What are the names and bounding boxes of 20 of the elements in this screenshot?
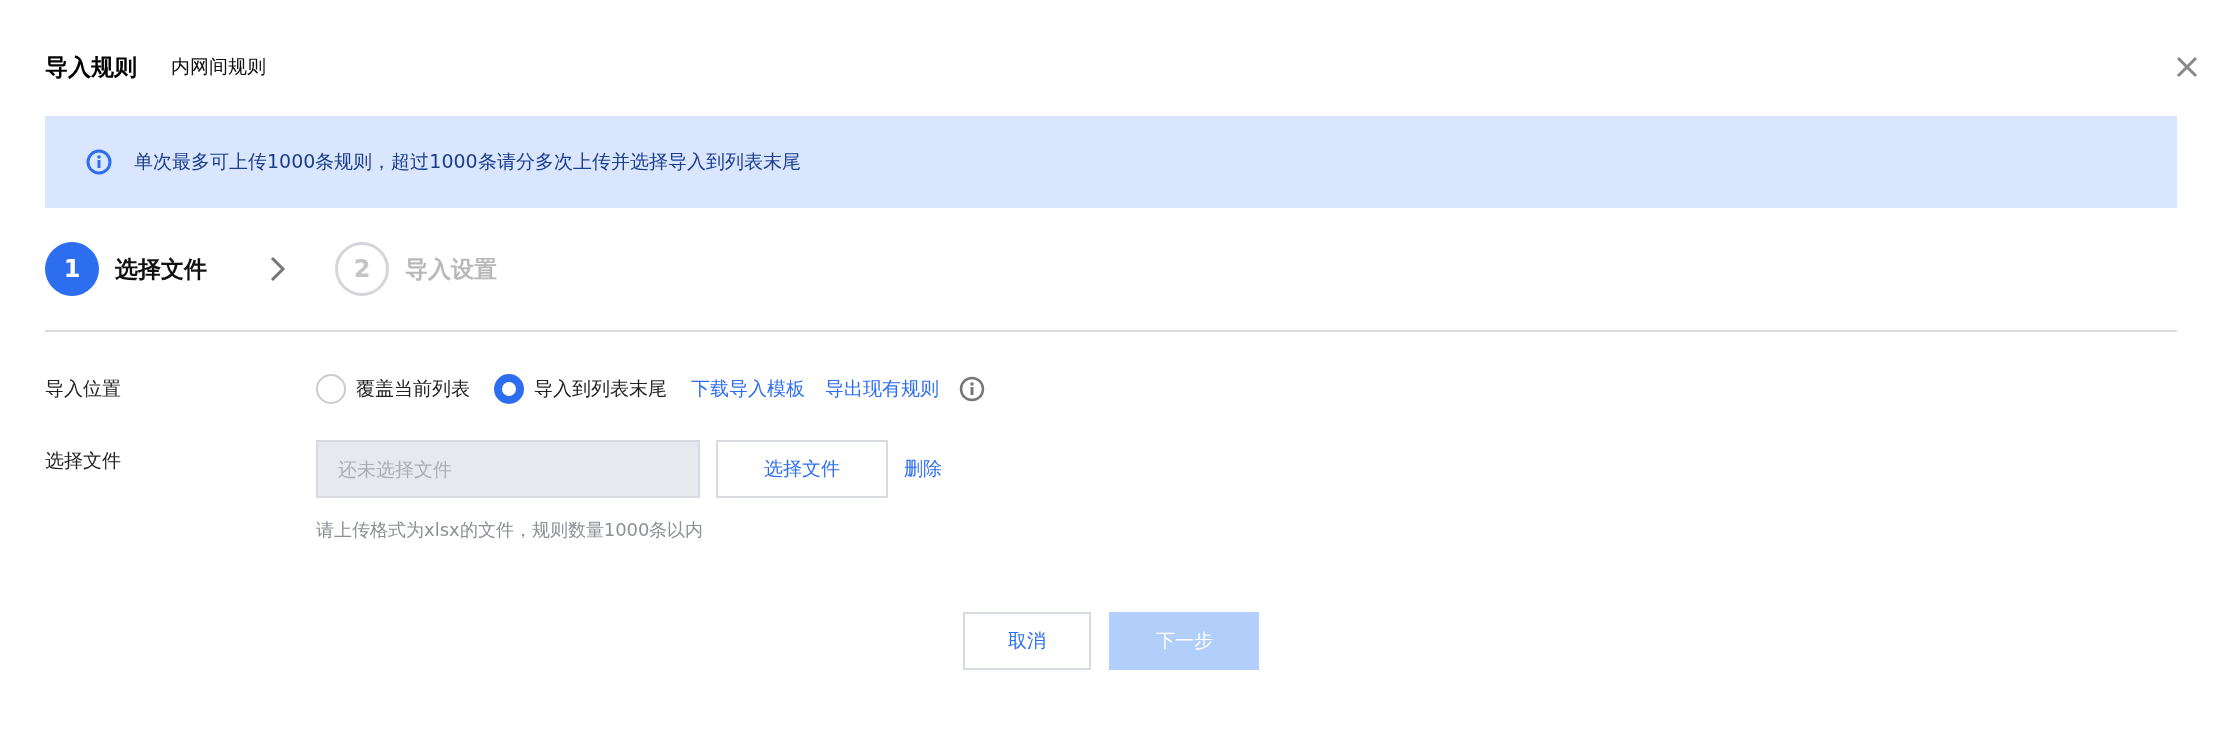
field-label: 选择文件 xyxy=(45,448,122,473)
choose-file-button[interactable]: 选择文件 xyxy=(716,440,888,498)
radio-option[interactable]: 覆盖当前列表 xyxy=(316,374,470,404)
dialog-title: 导入规则 xyxy=(45,52,137,82)
field-label: 导入位置 xyxy=(45,376,122,401)
delete-link[interactable]: 删除 xyxy=(904,456,942,482)
info-icon xyxy=(86,149,112,175)
hint-text: 请上传格式为xlsx的文件，规则数量1000条以内 xyxy=(316,518,705,542)
link[interactable]: 下载导入模板 xyxy=(691,376,805,402)
step-number: 1 xyxy=(45,242,99,296)
notice-text: 单次最多可上传1000条规则，超过1000条请分多次上传并选择导入到列表末尾 xyxy=(134,149,801,174)
close-icon[interactable] xyxy=(2175,55,2199,79)
info-icon[interactable] xyxy=(959,376,985,402)
link[interactable]: 导出现有规则 xyxy=(825,376,939,402)
chevron-right-icon xyxy=(269,255,287,283)
step-label[interactable]: 选择文件 xyxy=(115,253,207,285)
radio-option[interactable]: 导入到列表末尾 xyxy=(494,374,667,404)
step-number: 2 xyxy=(335,242,389,296)
cancel-button[interactable]: 取消 xyxy=(963,612,1091,670)
dialog-subtitle: 内网间规则 xyxy=(171,54,266,79)
